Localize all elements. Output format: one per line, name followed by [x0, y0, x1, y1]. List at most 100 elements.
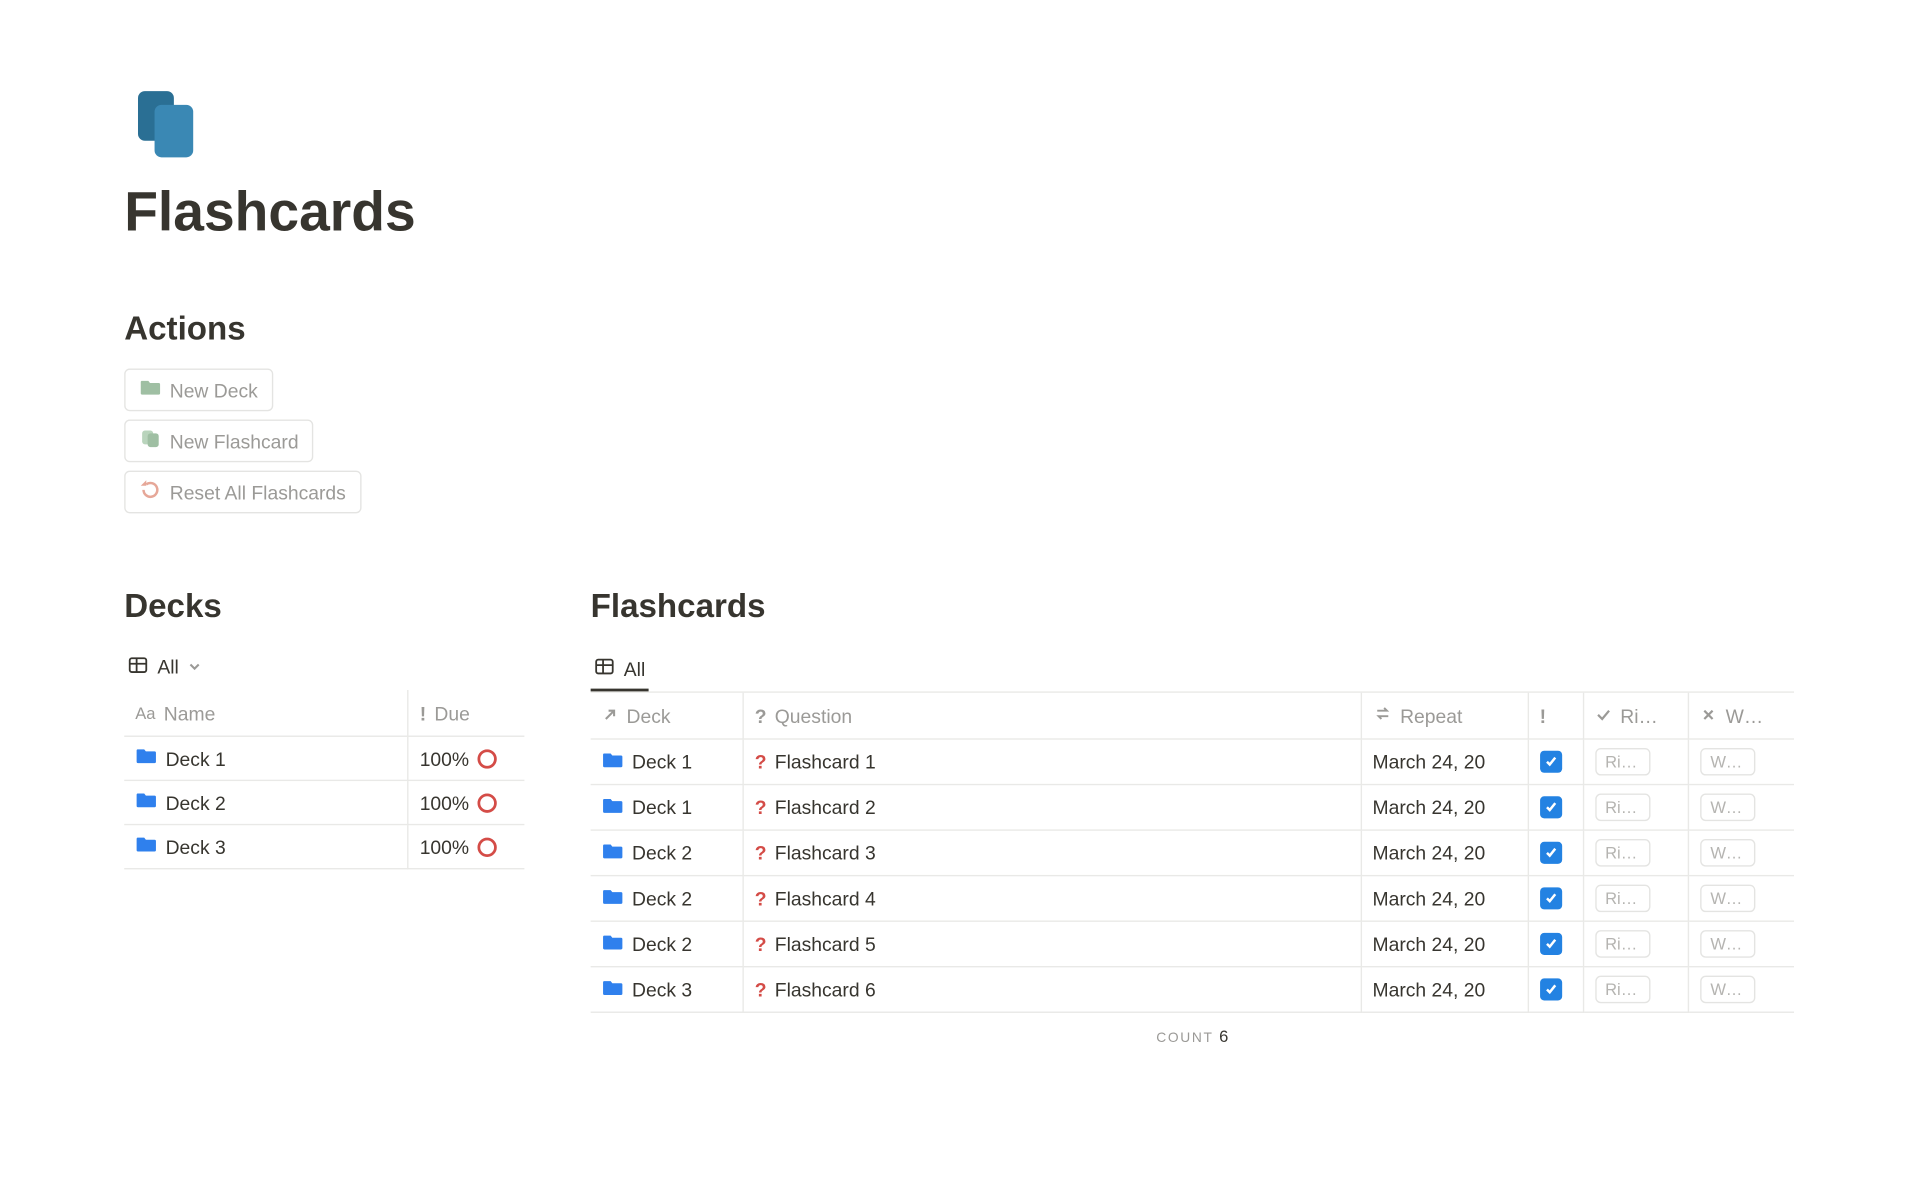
deck-name: Deck 1: [166, 747, 226, 769]
due-percent: 100%: [420, 791, 469, 813]
flash-question: Flashcard 3: [775, 842, 876, 864]
flash-question: Flashcard 5: [775, 933, 876, 955]
flash-col-right[interactable]: Ri…: [1584, 693, 1689, 739]
table-row[interactable]: Deck 1 100%: [124, 736, 524, 780]
right-button[interactable]: Right: [1595, 794, 1650, 822]
right-button[interactable]: Right: [1595, 885, 1650, 913]
flash-question: Flashcard 4: [775, 887, 876, 909]
wrong-button[interactable]: Wro…: [1701, 839, 1756, 867]
flash-deck: Deck 2: [632, 933, 692, 955]
checked-checkbox[interactable]: [1540, 887, 1562, 909]
right-button[interactable]: Right: [1595, 839, 1650, 867]
table-row[interactable]: Deck 2? Flashcard 4 March 24, 20 Right Wro…: [591, 876, 1794, 922]
folder-icon: [135, 745, 157, 771]
reset-all-button[interactable]: Reset All Flashcards: [124, 471, 361, 514]
text-type-icon: Aa: [135, 704, 155, 723]
flash-repeat: March 24, 20: [1372, 978, 1485, 1000]
checked-checkbox[interactable]: [1540, 796, 1562, 818]
table-row[interactable]: Deck 2?Flashcard 3March 24, 20RightWro…: [591, 830, 1794, 876]
flashcards-heading: Flashcards: [591, 588, 1794, 627]
folder-icon: [602, 794, 624, 820]
page-title: Flashcards: [124, 182, 1794, 244]
chevron-down-icon: [187, 656, 201, 678]
folder-icon: [135, 789, 157, 815]
flash-question: Flashcard 1: [775, 751, 876, 773]
wrong-button[interactable]: Wro…: [1701, 794, 1756, 822]
right-button[interactable]: Right: [1595, 930, 1650, 958]
repeat-icon: [1372, 704, 1391, 727]
table-row[interactable]: Deck 3?Flashcard 6March 24, 20RightWro…: [591, 967, 1794, 1013]
wrong-button[interactable]: Wro…: [1701, 748, 1756, 776]
reset-icon: [139, 479, 161, 505]
question-icon: ?: [755, 887, 767, 909]
folder-icon: [139, 377, 161, 403]
table-row[interactable]: Deck 1?Flashcard 2March 24, 20RightWro…: [591, 785, 1794, 831]
deck-name: Deck 2: [166, 791, 226, 813]
check-icon: [1595, 704, 1612, 726]
exclamation-icon: !: [420, 702, 426, 724]
folder-icon: [602, 931, 624, 957]
checked-checkbox[interactable]: [1540, 933, 1562, 955]
progress-ring-icon: [477, 793, 496, 812]
table-row[interactable]: Deck 1?Flashcard 1March 24, 20RightWro…: [591, 739, 1794, 785]
x-icon: [1701, 704, 1718, 726]
flash-deck: Deck 2: [632, 842, 692, 864]
flash-repeat: March 24, 20: [1372, 887, 1485, 909]
right-button[interactable]: Right: [1595, 748, 1650, 776]
flashcards-count: COUNT6: [591, 1013, 1794, 1046]
flashcards-table: Deck ? Question: [591, 693, 1794, 1013]
flash-deck: Deck 3: [632, 978, 692, 1000]
actions-section: Actions New Deck New Flashcard: [124, 311, 1794, 522]
decks-heading: Decks: [124, 588, 524, 627]
flash-question: Flashcard 6: [775, 978, 876, 1000]
page-icon: [124, 83, 1794, 171]
due-percent: 100%: [420, 836, 469, 858]
flash-repeat: March 24, 20: [1372, 796, 1485, 818]
flash-deck: Deck 2: [632, 887, 692, 909]
flash-col-deck[interactable]: Deck: [591, 693, 743, 739]
flash-col-wrong[interactable]: W…: [1689, 693, 1794, 739]
due-percent: 100%: [420, 747, 469, 769]
progress-ring-icon: [477, 837, 496, 856]
decks-table: Aa Name ! Due Deck 1 100% Deck 2 100% Deck 3: [124, 690, 524, 869]
checked-checkbox[interactable]: [1540, 978, 1562, 1000]
decks-view-tab-all[interactable]: All: [124, 645, 203, 688]
folder-icon: [602, 840, 624, 866]
flash-repeat: March 24, 20: [1372, 842, 1485, 864]
table-row[interactable]: Deck 3 100%: [124, 825, 524, 869]
folder-icon: [602, 749, 624, 775]
actions-heading: Actions: [124, 311, 1794, 350]
decks-col-name[interactable]: Aa Name: [124, 690, 408, 736]
wrong-button[interactable]: Wro…: [1701, 976, 1756, 1004]
new-deck-button[interactable]: New Deck: [124, 368, 273, 411]
question-icon: ?: [755, 751, 767, 773]
question-icon: ?: [755, 704, 767, 726]
flash-col-question[interactable]: ? Question: [743, 693, 1361, 739]
flashcards-section: Flashcards All: [591, 588, 1794, 1046]
flash-deck: Deck 1: [632, 751, 692, 773]
flash-question: Flashcard 2: [775, 796, 876, 818]
decks-col-due[interactable]: ! Due: [408, 690, 524, 736]
flash-col-bang[interactable]: !: [1528, 693, 1584, 739]
right-button[interactable]: Right: [1595, 976, 1650, 1004]
wrong-button[interactable]: Wro…: [1701, 885, 1756, 913]
table-row[interactable]: Deck 2? Flashcard 5 March 24, 20 Right Wro…: [591, 921, 1794, 967]
folder-icon: [602, 885, 624, 911]
cards-icon: [139, 428, 161, 454]
deck-name: Deck 3: [166, 836, 226, 858]
exclamation-icon: !: [1540, 704, 1546, 726]
folder-icon: [135, 834, 157, 860]
new-flashcard-button[interactable]: New Flashcard: [124, 420, 314, 463]
table-row[interactable]: Deck 2 100%: [124, 780, 524, 824]
wrong-button[interactable]: Wro…: [1701, 930, 1756, 958]
checked-checkbox[interactable]: [1540, 842, 1562, 864]
flashcards-view-tab-all[interactable]: All: [591, 647, 648, 690]
flash-deck: Deck 1: [632, 796, 692, 818]
flash-col-repeat[interactable]: Repeat: [1361, 693, 1528, 739]
decks-section: Decks All Aa: [124, 588, 524, 870]
flash-repeat: March 24, 20: [1372, 933, 1485, 955]
checked-checkbox[interactable]: [1540, 751, 1562, 773]
progress-ring-icon: [477, 749, 496, 768]
question-icon: ?: [755, 933, 767, 955]
relation-arrow-icon: [602, 704, 619, 726]
